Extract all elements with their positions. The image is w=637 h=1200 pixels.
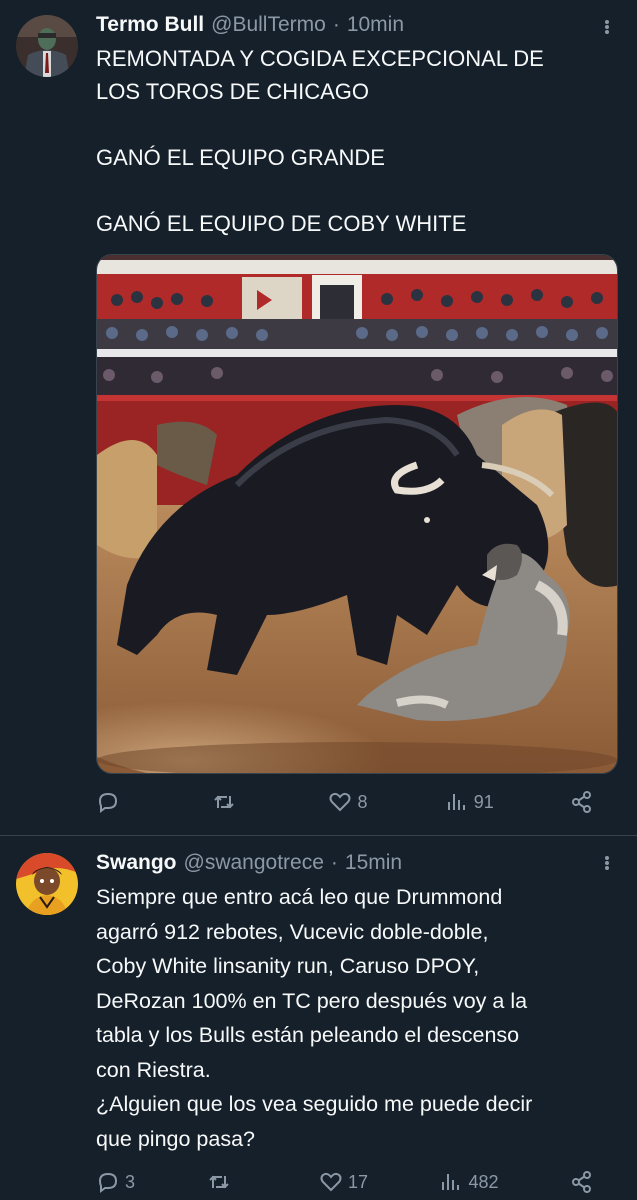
reply-icon bbox=[98, 792, 118, 813]
more-icon[interactable] bbox=[599, 852, 615, 874]
avatar-column bbox=[16, 850, 96, 1200]
bull-vs-wolf-image bbox=[97, 255, 617, 773]
separator-dot: · bbox=[330, 851, 338, 874]
share-icon bbox=[571, 1171, 591, 1193]
separator-dot: · bbox=[332, 13, 340, 36]
tweet-content: Termo Bull @BullTermo · 10min REMONTADA … bbox=[96, 12, 621, 835]
tweet-content: Swango @swangotrece · 15min Siempre que … bbox=[96, 850, 621, 1200]
reply-count: 3 bbox=[125, 1171, 136, 1192]
share-button[interactable] bbox=[570, 1170, 610, 1194]
share-icon bbox=[571, 791, 591, 813]
tweet-actions: 8 91 bbox=[96, 790, 610, 814]
tweet-text: REMONTADA Y COGIDA EXCEPCIONAL DE LOS TO… bbox=[96, 46, 544, 236]
tweet-image[interactable] bbox=[96, 254, 618, 774]
reply-icon bbox=[98, 1172, 118, 1193]
tweet-actions: 3 17 482 bbox=[96, 1170, 610, 1194]
heart-icon bbox=[329, 792, 351, 812]
tweet-text: Siempre que entro acá leo que Drummond a… bbox=[96, 885, 533, 1151]
like-count: 8 bbox=[357, 791, 368, 812]
display-name[interactable]: Swango bbox=[96, 850, 177, 876]
like-button[interactable]: 8 bbox=[328, 790, 368, 814]
avatar[interactable] bbox=[16, 853, 78, 915]
tweet-header: Swango @swangotrece · 15min bbox=[96, 850, 621, 876]
retweet-icon bbox=[214, 795, 234, 809]
views-icon bbox=[442, 1174, 460, 1190]
display-name[interactable]: Termo Bull bbox=[96, 12, 204, 38]
retweet-icon bbox=[209, 1175, 230, 1189]
share-button[interactable] bbox=[570, 790, 610, 814]
avatar[interactable] bbox=[16, 15, 78, 77]
views-button[interactable]: 482 bbox=[439, 1170, 498, 1194]
views-count: 91 bbox=[473, 791, 494, 812]
avatar-column bbox=[16, 12, 96, 835]
tweet-header: Termo Bull @BullTermo · 10min bbox=[96, 12, 621, 38]
like-count: 17 bbox=[347, 1171, 368, 1192]
like-button[interactable]: 17 bbox=[319, 1170, 368, 1194]
heart-icon bbox=[320, 1172, 342, 1192]
user-handle[interactable]: @BullTermo bbox=[211, 12, 326, 38]
tweet[interactable]: Swango @swangotrece · 15min Siempre que … bbox=[0, 836, 637, 1200]
timestamp[interactable]: 10min bbox=[347, 12, 404, 38]
reply-button[interactable] bbox=[96, 790, 136, 814]
views-icon bbox=[447, 794, 465, 810]
tweet[interactable]: Termo Bull @BullTermo · 10min REMONTADA … bbox=[0, 0, 637, 836]
views-count: 482 bbox=[468, 1171, 499, 1192]
user-handle[interactable]: @swangotrece bbox=[184, 850, 324, 876]
timestamp[interactable]: 15min bbox=[345, 850, 402, 876]
reply-button[interactable]: 3 bbox=[96, 1170, 136, 1194]
retweet-button[interactable] bbox=[212, 790, 252, 814]
more-icon[interactable] bbox=[599, 16, 615, 38]
retweet-button[interactable] bbox=[207, 1170, 247, 1194]
views-button[interactable]: 91 bbox=[445, 790, 494, 814]
